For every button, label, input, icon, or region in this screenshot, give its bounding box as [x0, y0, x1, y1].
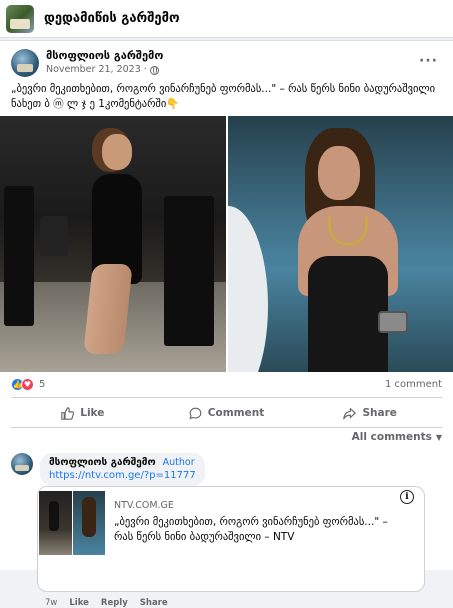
- author-badge: Author: [162, 457, 195, 468]
- photo-person: [82, 134, 152, 354]
- group-thumbnail[interactable]: [6, 4, 34, 33]
- comment-link[interactable]: https://ntv.com.ge/?p=11777: [49, 470, 196, 481]
- post-actions: Like Comment Share: [11, 399, 442, 427]
- post-text: „ბევრი მეკითხებით, როგორ ვინარჩუნებ ფორმ…: [11, 83, 436, 110]
- post-header: მსოფლიოს გარშემო November 21, 2023 ·: [11, 49, 163, 77]
- photo-table: [40, 216, 68, 256]
- post-counts: 👍 ♥ 5 1 comment: [11, 378, 442, 391]
- comment-count[interactable]: 1 comment: [385, 379, 442, 390]
- love-reaction-icon: ♥: [21, 378, 34, 391]
- comment-actions: 7w Like Reply Share: [45, 598, 168, 608]
- group-header: დედამიწის გარშემო: [0, 0, 453, 38]
- comment-author[interactable]: მსოფლიოს გარშემო: [49, 457, 156, 468]
- more-dots-icon[interactable]: ···: [419, 53, 438, 69]
- divider: [11, 427, 442, 428]
- post-author[interactable]: მსოფლიოს გარშემო: [46, 49, 163, 63]
- link-preview-thumbnail: [39, 491, 105, 555]
- caret-down-icon: ▼: [435, 432, 442, 442]
- share-arrow-icon: [343, 407, 357, 419]
- thumbs-up-icon: [61, 406, 75, 420]
- all-comments-dropdown[interactable]: All comments ▼: [352, 431, 442, 443]
- photo-chair: [164, 196, 214, 346]
- post-card: მსოფლიოს გარშემო November 21, 2023 · ···…: [0, 40, 453, 608]
- link-preview-domain: NTV.COM.GE: [114, 500, 174, 511]
- reaction-count: 5: [39, 379, 46, 390]
- post-photos: [0, 116, 453, 372]
- comment-share-button[interactable]: Share: [140, 598, 168, 608]
- share-button[interactable]: Share: [298, 399, 442, 427]
- globe-icon: [149, 65, 159, 75]
- reaction-summary[interactable]: 👍 ♥ 5: [11, 378, 45, 391]
- comment-reply-button[interactable]: Reply: [101, 598, 128, 608]
- post-photo-right[interactable]: [228, 116, 453, 372]
- photo-person: [283, 126, 413, 372]
- photo-reflector: [228, 206, 268, 372]
- post-timestamp[interactable]: November 21, 2023 ·: [46, 63, 147, 77]
- comment-age[interactable]: 7w: [45, 598, 57, 608]
- photo-chair: [4, 186, 34, 326]
- info-icon[interactable]: i: [400, 490, 414, 504]
- comment-like-button[interactable]: Like: [69, 598, 89, 608]
- group-title[interactable]: დედამიწის გარშემო: [44, 11, 180, 26]
- author-avatar[interactable]: [11, 49, 39, 77]
- comment: მსოფლიოს გარშემო Author https://ntv.com.…: [11, 453, 205, 486]
- post-photo-left[interactable]: [0, 116, 226, 372]
- comment-bubble: მსოფლიოს გარშემო Author https://ntv.com.…: [40, 453, 205, 486]
- comment-button[interactable]: Comment: [155, 399, 299, 427]
- link-preview-card[interactable]: NTV.COM.GE „ბევრი მეკითხებით, როგორ ვინა…: [37, 486, 425, 592]
- comment-bubble-icon: [189, 407, 202, 419]
- comment-avatar[interactable]: [11, 453, 33, 475]
- link-preview-title: „ბევრი მეკითხებით, როგორ ვინარჩუნებ ფორმ…: [114, 516, 388, 543]
- divider: [11, 397, 442, 398]
- like-button[interactable]: Like: [11, 399, 155, 427]
